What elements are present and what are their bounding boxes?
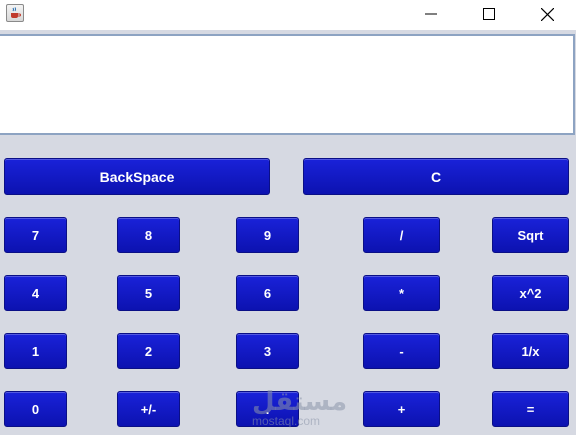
digit-9-button[interactable]: 9	[236, 217, 299, 253]
add-button[interactable]: +	[363, 391, 440, 427]
reciprocal-button[interactable]: 1/x	[492, 333, 569, 369]
multiply-button[interactable]: *	[363, 275, 440, 311]
close-icon	[540, 7, 554, 21]
digit-7-button[interactable]: 7	[4, 217, 67, 253]
minimize-icon	[425, 13, 437, 15]
title-bar	[0, 0, 576, 30]
digit-2-button[interactable]: 2	[117, 333, 180, 369]
maximize-icon	[483, 8, 495, 20]
watermark: مستقل mostaql.com	[252, 388, 347, 428]
digit-6-button[interactable]: 6	[236, 275, 299, 311]
digit-1-button[interactable]: 1	[4, 333, 67, 369]
java-cup-icon[interactable]	[6, 4, 24, 22]
sqrt-button[interactable]: Sqrt	[492, 217, 569, 253]
square-button[interactable]: x^2	[492, 275, 569, 311]
digit-4-button[interactable]: 4	[4, 275, 67, 311]
minimize-button[interactable]	[402, 0, 460, 28]
watermark-arabic: مستقل	[252, 386, 348, 416]
watermark-latin: mostaql.com	[252, 414, 321, 428]
maximize-button[interactable]	[460, 0, 518, 28]
digit-5-button[interactable]: 5	[117, 275, 180, 311]
backspace-button[interactable]: BackSpace	[4, 158, 270, 195]
negate-button[interactable]: +/-	[117, 391, 180, 427]
close-button[interactable]	[518, 0, 576, 28]
calculator-display[interactable]	[0, 34, 575, 135]
digit-8-button[interactable]: 8	[117, 217, 180, 253]
digit-0-button[interactable]: 0	[4, 391, 67, 427]
subtract-button[interactable]: -	[363, 333, 440, 369]
clear-button[interactable]: C	[303, 158, 569, 195]
divide-button[interactable]: /	[363, 217, 440, 253]
equals-button[interactable]: =	[492, 391, 569, 427]
digit-3-button[interactable]: 3	[236, 333, 299, 369]
